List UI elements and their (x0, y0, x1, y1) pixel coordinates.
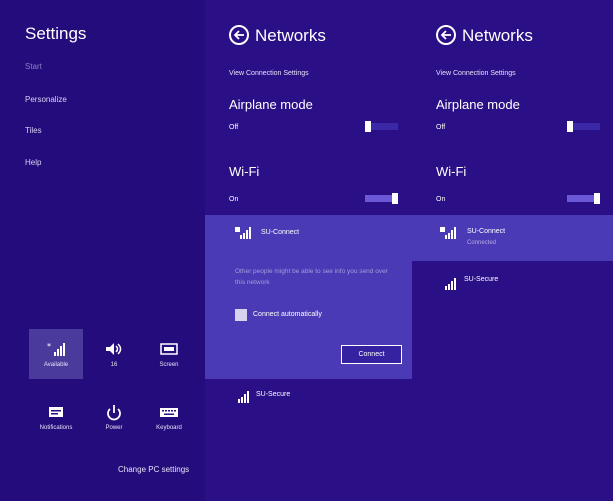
connect-automatically-label: Connect automatically (253, 311, 322, 318)
airplane-mode-label: Airplane mode (229, 97, 313, 112)
back-button[interactable] (229, 25, 249, 45)
power-icon (104, 405, 124, 421)
toggle-knob (567, 121, 573, 132)
settings-link-help[interactable]: Help (25, 158, 41, 167)
keyboard-quick-setting[interactable]: Keyboard (142, 392, 196, 442)
toggle-knob (594, 193, 600, 204)
keyboard-quick-setting-label: Keyboard (156, 425, 182, 431)
networks-panel-connected: Networks View Connection Settings Airpla… (412, 0, 613, 501)
settings-link-start[interactable]: Start (25, 62, 42, 71)
connect-button[interactable]: Connect (341, 345, 402, 364)
keyboard-icon (159, 405, 179, 419)
airplane-mode-label: Airplane mode (436, 97, 520, 112)
connect-automatically-checkbox[interactable] (235, 309, 247, 321)
open-wifi-icon (440, 227, 456, 239)
power-quick-setting-label: Power (105, 425, 123, 431)
change-pc-settings-link[interactable]: Change PC settings (118, 465, 189, 474)
settings-title: Settings (25, 24, 87, 43)
network-name: SU-Secure (464, 276, 499, 283)
network-item-su-secure[interactable]: SU-Secure (412, 273, 613, 293)
open-wifi-icon (235, 227, 251, 239)
security-warning: Other people might be able to see info y… (235, 268, 388, 286)
notifications-quick-setting[interactable]: Notifications (29, 392, 83, 442)
back-button[interactable] (436, 25, 456, 45)
notifications-quick-setting-label: Notifications (39, 425, 73, 431)
network-status: Connected (467, 240, 497, 246)
svg-text:*: * (47, 342, 51, 351)
view-connection-settings-link[interactable]: View Connection Settings (229, 70, 309, 77)
view-connection-settings-link[interactable]: View Connection Settings (436, 70, 516, 77)
network-item-su-connect[interactable]: SU-Connect (205, 225, 412, 245)
toggle-knob (392, 193, 398, 204)
networks-title: Networks (462, 26, 533, 45)
toggle-knob (365, 121, 371, 132)
wifi-label: Wi-Fi (229, 164, 260, 179)
network-expanded-card: SU-Connect Other people might be able to… (205, 215, 412, 379)
airplane-mode-state: Off (436, 124, 446, 131)
airplane-mode-toggle[interactable] (567, 121, 600, 132)
volume-quick-setting-label: 16 (110, 362, 118, 368)
screen-icon (159, 342, 179, 356)
network-item-su-secure[interactable]: SU-Secure (205, 386, 412, 408)
notifications-icon (46, 405, 66, 419)
screen-quick-setting-label: Screen (159, 362, 179, 368)
wifi-state: On (436, 196, 446, 203)
settings-link-personalize[interactable]: Personalize (25, 95, 67, 104)
wifi-state: On (229, 196, 239, 203)
airplane-mode-toggle[interactable] (365, 121, 398, 132)
volume-quick-setting[interactable]: 16 (87, 329, 141, 379)
networks-panel-connect: Networks View Connection Settings Airpla… (205, 0, 412, 501)
airplane-mode-state: Off (229, 124, 239, 131)
settings-panel: Settings Start Personalize Tiles Help * … (0, 0, 205, 501)
network-quick-setting-label: Available (43, 362, 69, 368)
network-quick-setting[interactable]: * Available (29, 329, 83, 379)
wifi-signal-icon: * (46, 342, 66, 356)
volume-icon (104, 342, 124, 356)
wifi-signal-icon (238, 391, 249, 403)
wifi-label: Wi-Fi (436, 164, 467, 179)
screen-quick-setting[interactable]: Screen (142, 329, 196, 379)
networks-title: Networks (255, 26, 326, 45)
back-arrow-icon (233, 30, 244, 40)
back-arrow-icon (440, 30, 451, 40)
network-item-su-connect[interactable]: SU-Connect Connected (412, 215, 613, 261)
network-name: SU-Secure (256, 391, 291, 398)
wifi-toggle[interactable] (365, 193, 398, 204)
power-quick-setting[interactable]: Power (87, 392, 141, 442)
wifi-toggle[interactable] (567, 193, 600, 204)
settings-link-tiles[interactable]: Tiles (25, 126, 42, 135)
wifi-signal-icon (445, 278, 456, 290)
network-name: SU-Connect (467, 228, 506, 235)
network-name: SU-Connect (261, 229, 300, 236)
